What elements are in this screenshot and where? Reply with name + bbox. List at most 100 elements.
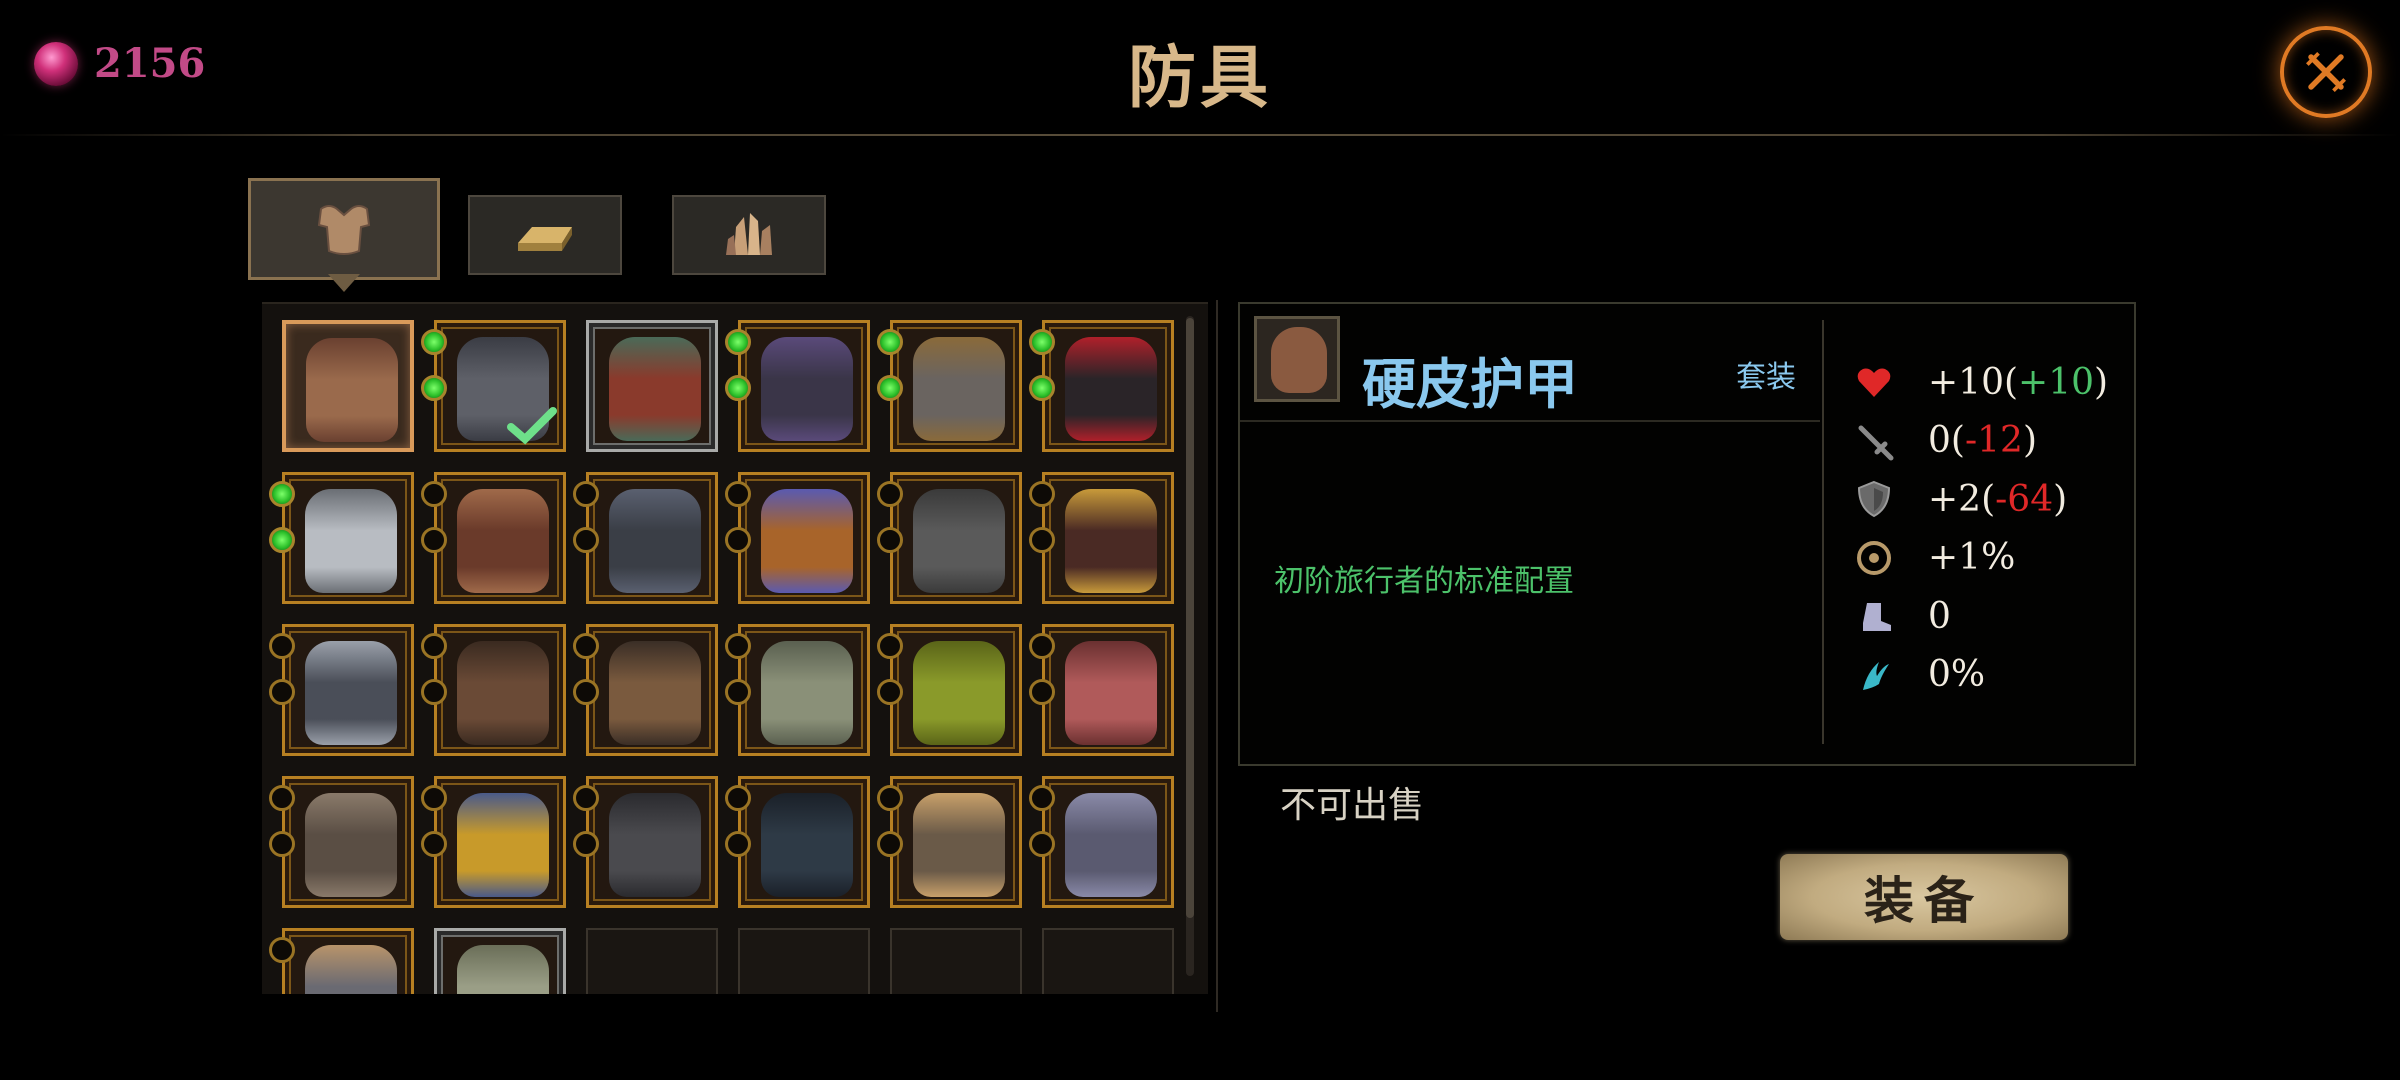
stat-value-part: -12 bbox=[1964, 420, 2023, 461]
armor-slot[interactable] bbox=[725, 624, 870, 756]
stat-value-part: 0 bbox=[1928, 595, 1951, 637]
socket-empty bbox=[421, 679, 447, 705]
armor-slot[interactable] bbox=[725, 320, 870, 452]
armor-icon bbox=[609, 793, 701, 897]
socket-filled bbox=[269, 481, 295, 507]
armor-slot[interactable] bbox=[877, 320, 1022, 452]
armor-slot[interactable] bbox=[1029, 320, 1174, 452]
armor-slot[interactable] bbox=[877, 776, 1022, 908]
socket-empty bbox=[877, 785, 903, 811]
item-name: 硬皮护甲 bbox=[1362, 352, 1578, 416]
socket-empty bbox=[421, 831, 447, 857]
socket-empty bbox=[573, 633, 599, 659]
equip-button[interactable]: 装备 bbox=[1780, 854, 2068, 940]
stat-value: 0(-12) bbox=[1928, 420, 2037, 461]
armor-slot[interactable] bbox=[877, 472, 1022, 604]
armor-icon bbox=[913, 489, 1005, 593]
chest-armor-icon bbox=[317, 205, 371, 255]
stat-value-part: +2( bbox=[1928, 478, 1996, 520]
armor-slot[interactable] bbox=[269, 928, 414, 994]
socket-empty bbox=[269, 785, 295, 811]
socket-empty bbox=[725, 831, 751, 857]
equipped-check-icon bbox=[507, 407, 557, 445]
header-divider bbox=[0, 134, 2400, 136]
stat-value-part: +1% bbox=[1928, 537, 2016, 578]
set-link[interactable]: 套装 bbox=[1736, 352, 1796, 396]
armor-slot[interactable] bbox=[1029, 624, 1174, 756]
armor-slot[interactable] bbox=[421, 776, 566, 908]
empty-slot bbox=[890, 928, 1022, 994]
tab-materials[interactable] bbox=[468, 195, 622, 275]
armor-slot[interactable] bbox=[573, 776, 718, 908]
armor-slot[interactable] bbox=[725, 776, 870, 908]
armor-icon bbox=[457, 793, 549, 897]
stat-row: 0 bbox=[1852, 592, 1951, 640]
stat-row: 0% bbox=[1852, 651, 1985, 699]
stat-row: +2(-64) bbox=[1852, 475, 2067, 523]
boot-icon bbox=[1852, 594, 1896, 638]
grid-scrollbar-thumb[interactable] bbox=[1186, 318, 1194, 918]
socket-empty bbox=[725, 785, 751, 811]
armor-icon bbox=[761, 641, 853, 745]
stat-row: +10(+10) bbox=[1852, 358, 2108, 406]
tab-crystals[interactable] bbox=[672, 195, 826, 275]
armor-slot[interactable] bbox=[282, 320, 414, 452]
socket-empty bbox=[421, 633, 447, 659]
socket-empty bbox=[1029, 481, 1055, 507]
armor-slot[interactable] bbox=[1029, 472, 1174, 604]
armor-slot[interactable] bbox=[586, 320, 718, 452]
stats-divider bbox=[1822, 320, 1824, 744]
stat-value: +10(+10) bbox=[1928, 362, 2108, 403]
armor-icon bbox=[457, 641, 549, 745]
socket-empty bbox=[877, 481, 903, 507]
stat-value: +2(-64) bbox=[1928, 479, 2067, 520]
armor-icon bbox=[305, 641, 397, 745]
socket-filled bbox=[877, 375, 903, 401]
armor-icon bbox=[1065, 793, 1157, 897]
empty-slot bbox=[738, 928, 870, 994]
armor-slot[interactable] bbox=[434, 928, 566, 994]
active-tab-indicator bbox=[328, 274, 360, 292]
armor-icon bbox=[609, 641, 701, 745]
empty-slot bbox=[1042, 928, 1174, 994]
armor-icon bbox=[1271, 327, 1327, 393]
item-description: 初阶旅行者的标准配置 bbox=[1274, 564, 1574, 599]
claw-icon bbox=[1852, 653, 1896, 697]
armor-slot[interactable] bbox=[725, 472, 870, 604]
socket-empty bbox=[1029, 831, 1055, 857]
socket-filled bbox=[725, 329, 751, 355]
armor-icon bbox=[761, 489, 853, 593]
stat-value-part: -64 bbox=[1995, 478, 2054, 520]
crystal-icon bbox=[726, 213, 772, 255]
equip-button-label: 装备 bbox=[1864, 871, 1984, 930]
socket-empty bbox=[573, 527, 599, 553]
armor-icon bbox=[305, 793, 397, 897]
armor-icon bbox=[305, 945, 397, 994]
armor-slot[interactable] bbox=[421, 472, 566, 604]
socket-filled bbox=[269, 527, 295, 553]
close-button[interactable] bbox=[2280, 26, 2372, 118]
tab-armor[interactable] bbox=[248, 178, 440, 280]
armor-slot[interactable] bbox=[573, 472, 718, 604]
armor-slot[interactable] bbox=[573, 624, 718, 756]
armor-slot[interactable] bbox=[421, 624, 566, 756]
armor-slot[interactable] bbox=[269, 624, 414, 756]
armor-slot[interactable] bbox=[877, 624, 1022, 756]
stat-value-part: +10 bbox=[2018, 361, 2095, 403]
armor-slot[interactable] bbox=[269, 472, 414, 604]
name-divider bbox=[1240, 420, 1820, 422]
armor-slot[interactable] bbox=[269, 776, 414, 908]
socket-empty bbox=[877, 633, 903, 659]
stat-value-part: +10( bbox=[1928, 361, 2019, 403]
socket-empty bbox=[725, 527, 751, 553]
armor-icon bbox=[913, 793, 1005, 897]
socket-empty bbox=[421, 481, 447, 507]
armor-icon bbox=[913, 641, 1005, 745]
armor-slot[interactable] bbox=[421, 320, 566, 452]
socket-empty bbox=[269, 937, 295, 963]
stat-value-part: ) bbox=[2022, 420, 2037, 461]
socket-empty bbox=[269, 831, 295, 857]
armor-slot[interactable] bbox=[1029, 776, 1174, 908]
socket-empty bbox=[877, 527, 903, 553]
crossed-swords-icon bbox=[2306, 52, 2346, 92]
